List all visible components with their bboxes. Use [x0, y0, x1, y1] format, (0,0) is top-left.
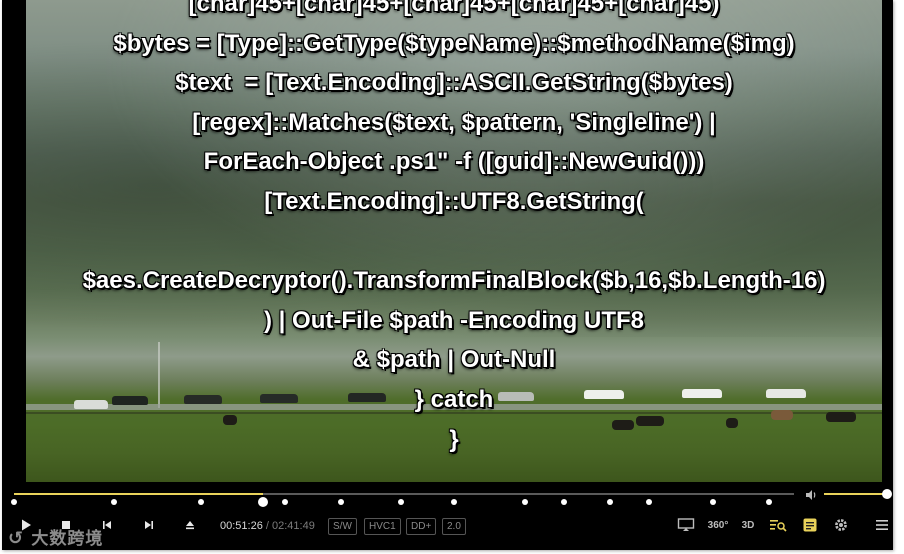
settings-button[interactable]	[830, 515, 852, 535]
time-display: 00:51:26 / 02:41:49	[220, 520, 315, 532]
gear-icon	[835, 519, 847, 531]
eject-button[interactable]	[179, 514, 201, 536]
chapter-marker[interactable]	[766, 499, 772, 505]
subtitle-overlay: [char]45+[char]45+[char]45+[char]45+[cha…	[26, 0, 882, 459]
subtitle-line: [Text.Encoding]::UTF8.GetString(	[264, 187, 644, 215]
subtitle-line: $bytes = [Type]::GetType($typeName)::$me…	[113, 29, 795, 57]
seek-track[interactable]	[11, 493, 794, 507]
tag-audio[interactable]: DD+	[406, 518, 437, 535]
chapter-marker[interactable]	[111, 499, 117, 505]
chapter-marker[interactable]	[561, 499, 567, 505]
chapter-marker[interactable]	[522, 499, 528, 505]
subtitle-line: [char]45+[char]45+[char]45+[char]45+[cha…	[188, 0, 720, 17]
chapter-marker[interactable]	[198, 499, 204, 505]
chapter-marker[interactable]	[338, 499, 344, 505]
volume-icon[interactable]	[804, 487, 818, 501]
player-window: [char]45+[char]45+[char]45+[char]45+[cha…	[2, 0, 893, 550]
chapter-marker[interactable]	[451, 499, 457, 505]
watermark: ↺ 大数跨境	[8, 528, 104, 549]
screen-button[interactable]	[676, 515, 696, 535]
chapter-marker[interactable]	[398, 499, 404, 505]
subtitle-line	[26, 222, 882, 262]
next-icon	[145, 521, 153, 529]
subtitle-line: & $path | Out-Null	[352, 346, 556, 374]
menu-button[interactable]	[872, 515, 892, 535]
menu-icon	[876, 520, 888, 530]
vr360-icon: 360°	[707, 519, 729, 531]
subtitle-line: }	[449, 425, 459, 453]
control-bar: 00:51:26 / 02:41:49 S/W HVC1 DD+ 2.0 360…	[2, 506, 893, 546]
chapter-marker[interactable]	[646, 499, 652, 505]
subtitle-line: $text = [Text.Encoding]::ASCII.GetString…	[175, 69, 733, 97]
volume-slider[interactable]	[824, 493, 886, 495]
screen-icon	[677, 518, 695, 531]
chapter-marker[interactable]	[607, 499, 613, 505]
chapter-marker[interactable]	[11, 499, 17, 505]
seek-progress	[14, 493, 263, 495]
time-separator: /	[262, 520, 272, 532]
total-time: 02:41:49	[272, 520, 315, 532]
vr360-button[interactable]: 360°	[705, 515, 731, 535]
subtitle-search-icon	[770, 520, 787, 532]
seek-bar[interactable]	[2, 484, 893, 507]
watermark-text: 大数跨境	[31, 529, 104, 549]
3d-button[interactable]: 3D	[739, 515, 757, 535]
subtitle-line: } catch	[414, 385, 494, 413]
chapter-marker[interactable]	[710, 499, 716, 505]
eject-icon	[186, 521, 194, 530]
subtitle-line: [regex]::Matches($text, $pattern, 'Singl…	[192, 108, 716, 136]
tag-codec[interactable]: HVC1	[364, 518, 401, 535]
tag-channels[interactable]: 2.0	[442, 518, 466, 535]
subtitle-icon	[803, 518, 817, 532]
tag-sw[interactable]: S/W	[328, 518, 357, 535]
current-time: 00:51:26	[220, 520, 263, 532]
next-button[interactable]	[138, 514, 160, 536]
chapter-marker[interactable]	[282, 499, 288, 505]
subtitle-button[interactable]	[800, 515, 820, 535]
subtitle-line: ) | Out-File $path -Encoding UTF8	[263, 306, 645, 334]
subtitle-line: $aes.CreateDecryptor().TransformFinalBlo…	[82, 267, 826, 295]
volume-handle[interactable]	[882, 489, 892, 499]
3d-icon: 3D	[741, 519, 755, 531]
subtitle-search-button[interactable]	[768, 515, 788, 535]
subtitle-line: ForEach-Object .ps1" -f ([guid]::NewGuid…	[203, 148, 705, 176]
